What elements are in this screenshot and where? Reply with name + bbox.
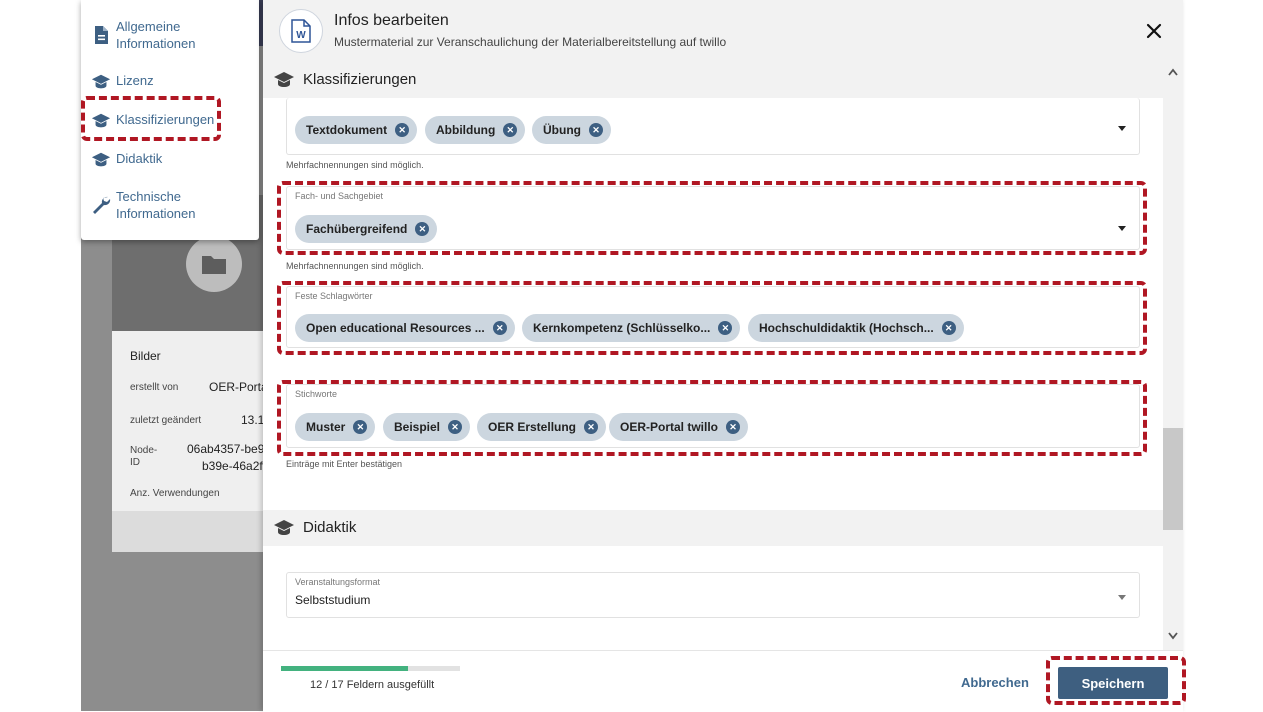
chip[interactable]: Abbildung ✕ — [425, 116, 526, 144]
field-hint: Mehrfachnennungen sind möglich. — [286, 261, 424, 271]
background-label: Node-ID — [130, 445, 158, 468]
chip-remove-icon[interactable]: ✕ — [503, 123, 518, 137]
wrench-icon — [93, 196, 111, 214]
graduation-cap-icon — [91, 74, 111, 89]
edit-dialog: W Infos bearbeiten Mustermaterial zur Ve… — [263, 0, 1183, 712]
svg-text:W: W — [296, 30, 306, 41]
dialog-footer: 12 / 17 Feldern ausgefüllt Abbrechen Spe… — [263, 650, 1183, 712]
graduation-cap-icon — [91, 152, 111, 167]
chip-remove-icon[interactable]: ✕ — [589, 123, 603, 137]
field-label: Veranstaltungsformat — [295, 577, 381, 587]
highlight-feste-schlagwoerter — [277, 281, 1147, 355]
veranstaltungsformat-select[interactable]: Veranstaltungsformat Selbststudium — [286, 572, 1140, 618]
dialog-title: Infos bearbeiten — [334, 12, 449, 29]
graduation-cap-icon — [274, 520, 294, 535]
folder-icon — [186, 236, 242, 292]
field-hint: Mehrfachnennungen sind möglich. — [286, 160, 424, 170]
chip-label: Übung — [543, 123, 581, 137]
chip[interactable]: Textdokument ✕ — [295, 116, 418, 144]
nav-item-label: Lizenz — [116, 73, 154, 88]
dialog-header: W Infos bearbeiten Mustermaterial zur Ve… — [263, 0, 1183, 63]
scroll-up-icon[interactable] — [1168, 68, 1178, 76]
section-title: Klassifizierungen — [303, 71, 417, 88]
background-value: OER-Portal — [209, 380, 271, 394]
chip-remove-icon[interactable]: ✕ — [395, 123, 410, 137]
dropdown-arrow-icon[interactable] — [1118, 595, 1126, 600]
field-hint: Einträge mit Enter bestätigen — [286, 459, 403, 469]
nav-item-lizenz[interactable]: Lizenz — [81, 72, 259, 92]
background-label: Anz. Verwendungen — [130, 488, 220, 499]
dialog-subtitle: Mustermaterial zur Veranschaulichung der… — [334, 35, 727, 49]
nav-item-allgemeine-informationen[interactable]: Allgemeine Informationen — [81, 18, 259, 54]
chip[interactable]: Übung ✕ — [532, 116, 611, 144]
document-icon — [95, 26, 108, 44]
select-value: Selbststudium — [295, 593, 371, 607]
background-card-title: Bilder — [130, 349, 161, 363]
scrollbar[interactable] — [1163, 62, 1183, 650]
nav-item-label: Technische Informationen — [116, 189, 196, 221]
section-header-klassifizierungen: Klassifizierungen — [263, 62, 1163, 98]
section-header-didaktik: Didaktik — [263, 510, 1163, 546]
close-icon[interactable] — [1143, 20, 1165, 42]
nav-item-didaktik[interactable]: Didaktik — [81, 150, 259, 170]
background-value: 06ab4357-be9c — [187, 442, 271, 456]
dialog-content[interactable]: Klassifizierungen Textdokument ✕ Abbildun… — [263, 62, 1163, 650]
cancel-button[interactable]: Abbrechen — [961, 675, 1029, 690]
dropdown-arrow-icon[interactable] — [1118, 126, 1126, 131]
highlight-fachgebiet — [277, 181, 1147, 255]
highlight-nav-klassifizierungen — [81, 96, 221, 141]
nav-item-technische-informationen[interactable]: Technische Informationen — [81, 188, 259, 224]
highlight-save-button — [1046, 656, 1186, 705]
progress-bar-fill — [281, 666, 409, 671]
progress-text: 12 / 17 Feldern ausgefüllt — [310, 679, 435, 691]
scrollbar-thumb[interactable] — [1163, 428, 1183, 530]
background-card-info: Bilder erstellt von OER-Portal zuletzt g… — [112, 331, 273, 511]
graduation-cap-icon — [274, 72, 294, 87]
background-label: erstellt von — [130, 382, 179, 393]
materialart-field[interactable]: Textdokument ✕ Abbildung ✕ Übung ✕ — [286, 98, 1140, 155]
chip-label: Abbildung — [436, 123, 496, 137]
nav-item-label: Didaktik — [116, 151, 163, 166]
chip-label: Textdokument — [306, 123, 388, 137]
scroll-down-icon[interactable] — [1168, 632, 1178, 640]
highlight-stichworte — [277, 380, 1147, 456]
nav-item-label: Allgemeine Informationen — [116, 19, 196, 51]
section-title: Didaktik — [303, 519, 357, 536]
word-document-icon: W — [279, 9, 323, 53]
background-label: zuletzt geändert — [130, 415, 202, 426]
background-value: b39e-46a2ff7 — [202, 459, 273, 473]
